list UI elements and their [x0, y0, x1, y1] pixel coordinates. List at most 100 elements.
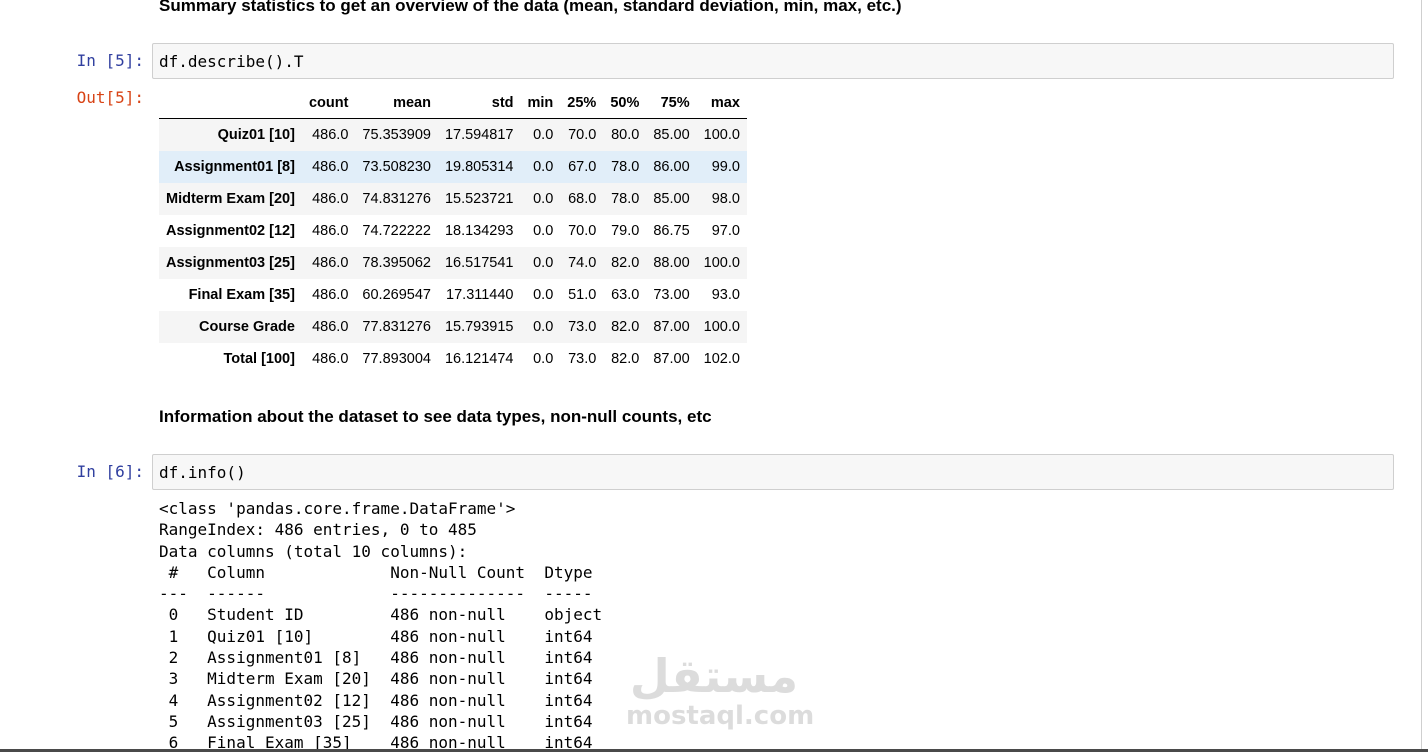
cell-max: 100.0	[703, 319, 740, 335]
row-label: Assignment01 [8]	[174, 159, 295, 175]
cell-min: 0.0	[533, 127, 554, 143]
cell6-code-input[interactable]: df.info()	[152, 454, 1394, 490]
header-index	[159, 88, 302, 119]
cell-50: 78.0	[611, 191, 640, 207]
row-label: Course Grade	[199, 319, 295, 335]
row-label: Total [100]	[223, 351, 295, 367]
table-row-hovered: Assignment01 [8] 486.0 73.508230 19.8053…	[159, 151, 747, 183]
cell-min: 0.0	[533, 255, 554, 271]
cell-std: 19.805314	[444, 159, 514, 175]
row-label: Final Exam [35]	[188, 287, 295, 303]
header-max: max	[696, 88, 747, 119]
cell-count: 486.0	[312, 351, 349, 367]
describe-table-header-row: count mean std min 25% 50% 75% max	[159, 88, 747, 119]
row-label: Midterm Exam [20]	[166, 191, 295, 207]
cell-mean: 75.353909	[362, 127, 431, 143]
cell6-in-prompt: In [6]:	[76, 462, 144, 481]
cell-max: 99.0	[711, 159, 740, 175]
cell-min: 0.0	[533, 191, 554, 207]
cell-50: 79.0	[611, 223, 640, 239]
cell-75: 87.00	[653, 351, 690, 367]
cell-50: 78.0	[611, 159, 640, 175]
cell-25: 74.0	[568, 255, 597, 271]
cell-min: 0.0	[533, 351, 554, 367]
notebook-right-border	[1421, 0, 1422, 752]
info-heading: Information about the dataset to see dat…	[159, 407, 712, 426]
cell-std: 17.311440	[446, 287, 514, 303]
cell-25: 73.0	[568, 319, 597, 335]
cell-min: 0.0	[533, 223, 554, 239]
cell-count: 486.0	[312, 287, 349, 303]
cell5-in-prompt: In [5]:	[76, 51, 144, 70]
cell-50: 63.0	[611, 287, 640, 303]
cell-50: 80.0	[611, 127, 640, 143]
cell-std: 17.594817	[444, 127, 514, 143]
cell-75: 88.00	[653, 255, 690, 271]
cell5-code-input[interactable]: df.describe().T	[152, 43, 1394, 79]
cell-std: 16.517541	[444, 255, 514, 271]
cell-max: 97.0	[711, 223, 740, 239]
cell-75: 86.00	[653, 159, 690, 175]
cell-count: 486.0	[312, 223, 349, 239]
table-row: Final Exam [35] 486.0 60.269547 17.31144…	[159, 279, 747, 311]
cell-max: 102.0	[703, 351, 740, 367]
header-75: 75%	[646, 88, 697, 119]
watermark-latin: mostaql.com	[626, 701, 815, 731]
cell-25: 70.0	[568, 127, 597, 143]
cell-25: 68.0	[568, 191, 597, 207]
cell5-code[interactable]: df.describe().T	[159, 52, 304, 71]
header-50: 50%	[603, 88, 647, 119]
cell-50: 82.0	[611, 351, 640, 367]
cell-25: 70.0	[568, 223, 597, 239]
cell-max: 93.0	[711, 287, 740, 303]
summary-heading: Summary statistics to get an overview of…	[159, 0, 902, 15]
cell-std: 18.134293	[444, 223, 514, 239]
row-label: Assignment02 [12]	[166, 223, 295, 239]
cell-75: 85.00	[653, 127, 690, 143]
cell-count: 486.0	[312, 159, 349, 175]
cell-count: 486.0	[312, 127, 349, 143]
cell-mean: 78.395062	[362, 255, 431, 271]
header-25: 25%	[560, 88, 604, 119]
row-label: Quiz01 [10]	[217, 127, 295, 143]
watermark-arabic: مستقل	[629, 649, 799, 703]
table-row: Assignment03 [25] 486.0 78.395062 16.517…	[159, 247, 747, 279]
cell-50: 82.0	[611, 255, 640, 271]
cell-mean: 73.508230	[362, 159, 431, 175]
cell-75: 87.00	[653, 319, 690, 335]
cell-50: 82.0	[611, 319, 640, 335]
cell-mean: 60.269547	[362, 287, 431, 303]
cell-count: 486.0	[312, 319, 349, 335]
table-row: Assignment02 [12] 486.0 74.722222 18.134…	[159, 215, 747, 247]
cell-max: 98.0	[711, 191, 740, 207]
cell-75: 85.00	[653, 191, 690, 207]
table-row: Course Grade 486.0 77.831276 15.793915 0…	[159, 311, 747, 343]
cell-mean: 74.831276	[362, 191, 431, 207]
cell-count: 486.0	[312, 191, 349, 207]
cell-75: 86.75	[653, 223, 690, 239]
table-row: Total [100] 486.0 77.893004 16.121474 0.…	[159, 343, 747, 375]
cell-std: 15.793915	[444, 319, 514, 335]
cell-max: 100.0	[703, 255, 740, 271]
cell6-output-text: <class 'pandas.core.frame.DataFrame'> Ra…	[159, 499, 603, 752]
cell-max: 100.0	[703, 127, 740, 143]
cell5-out-prompt: Out[5]:	[76, 88, 144, 107]
cell-25: 51.0	[568, 287, 597, 303]
header-mean: mean	[355, 88, 438, 119]
cell-mean: 74.722222	[362, 223, 431, 239]
cell-25: 73.0	[568, 351, 597, 367]
table-row: Quiz01 [10] 486.0 75.353909 17.594817 0.…	[159, 118, 747, 151]
cell-std: 16.121474	[444, 351, 514, 367]
cell6-code[interactable]: df.info()	[159, 463, 246, 482]
table-row: Midterm Exam [20] 486.0 74.831276 15.523…	[159, 183, 747, 215]
mostaql-watermark: مستقل mostaql.com	[626, 649, 815, 731]
cell-mean: 77.831276	[362, 319, 431, 335]
cell-min: 0.0	[533, 287, 554, 303]
cell-std: 15.523721	[444, 191, 514, 207]
header-count: count	[301, 88, 356, 119]
cell-mean: 77.893004	[362, 351, 431, 367]
row-label: Assignment03 [25]	[166, 255, 295, 271]
cell-75: 73.00	[653, 287, 690, 303]
describe-table: count mean std min 25% 50% 75% max Quiz0…	[159, 88, 747, 375]
cell-min: 0.0	[533, 319, 554, 335]
